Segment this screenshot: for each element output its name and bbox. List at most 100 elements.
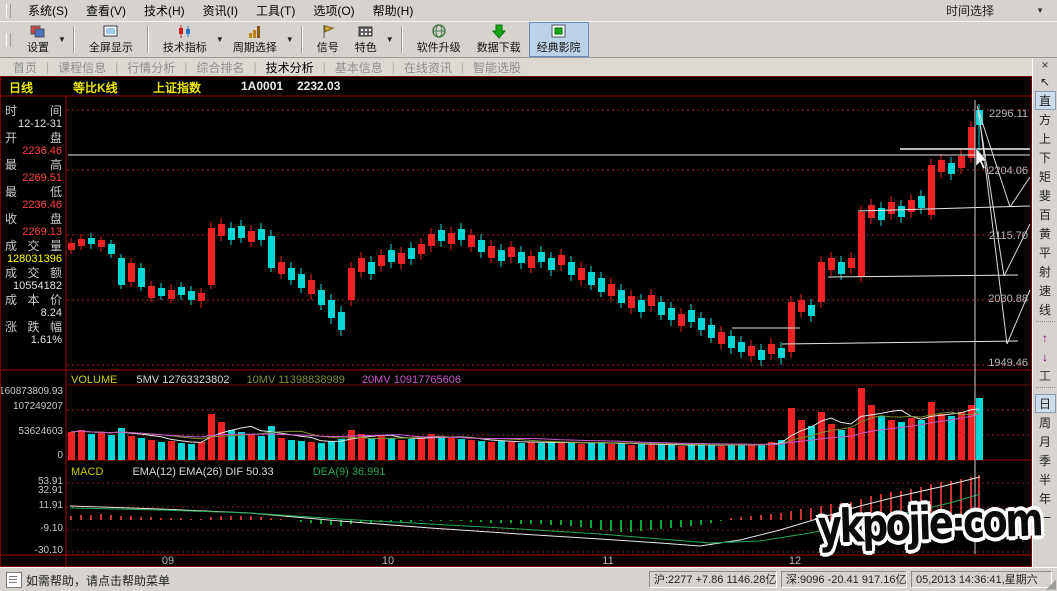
svg-text:0: 0 bbox=[57, 450, 63, 461]
tool-misc[interactable]: 工 bbox=[1035, 366, 1056, 385]
menu-item-0[interactable]: 系统(S) bbox=[19, 0, 77, 21]
volume-caption: VOLUME bbox=[71, 374, 117, 386]
volume-ma5: 5MV 12763323802 bbox=[137, 374, 230, 386]
period-icon bbox=[247, 24, 263, 39]
tab-智能选股[interactable]: 智能选股 bbox=[464, 59, 530, 76]
tab-在线资讯[interactable]: 在线资讯 bbox=[395, 59, 461, 76]
menu-items: 系统(S)查看(V)技术(H)资讯(I)工具(T)选项(O)帮助(H) bbox=[19, 0, 422, 21]
tool-ray[interactable]: 射 bbox=[1035, 262, 1056, 281]
toolbar-button-label: 技术指标 bbox=[163, 39, 207, 55]
svg-text:1949.46: 1949.46 bbox=[988, 357, 1028, 369]
toolbar-button-技术指标[interactable]: 技术指标 bbox=[155, 22, 215, 57]
pointer-tool[interactable]: ↖ bbox=[1035, 72, 1056, 91]
tab-课程信息[interactable]: 课程信息 bbox=[49, 59, 115, 76]
drawing-toolbar: ×↖直方上下矩斐百黄平射速线↑↓工日周月季半年一 bbox=[1032, 58, 1057, 567]
macd-caption: MACD bbox=[71, 466, 103, 478]
dropdown-arrow-icon[interactable]: ▼ bbox=[58, 35, 66, 44]
status-bar: 如需帮助，请点击帮助菜单 沪:2277 +7.86 1146.28亿 深:909… bbox=[0, 567, 1057, 591]
chart-region: 日线 等比K线 上证指数 1A0001 2232.03 时间12-12-31开盘… bbox=[0, 76, 1032, 567]
up-arrow-tool[interactable]: ↑ bbox=[1035, 328, 1056, 347]
toolbar-separator bbox=[73, 26, 75, 53]
toolbar-separator bbox=[147, 26, 149, 53]
toolbar-button-label: 信号 bbox=[317, 39, 339, 55]
period-week[interactable]: 周 bbox=[1035, 413, 1056, 432]
main-toolbar: 设置▼全屏显示技术指标▼周期选择▼信号特色▼软件升级数据下载经典影院 bbox=[0, 22, 1057, 58]
volume-ma20: 20MV 10917765606 bbox=[362, 374, 461, 386]
tool-parallel-line[interactable]: 平 bbox=[1035, 243, 1056, 262]
upgrade-icon bbox=[431, 24, 447, 39]
menu-item-4[interactable]: 工具(T) bbox=[247, 0, 304, 21]
tab-基本信息[interactable]: 基本信息 bbox=[326, 59, 392, 76]
tab-技术分析[interactable]: 技术分析 bbox=[257, 59, 323, 76]
close-icon[interactable]: × bbox=[1035, 58, 1056, 72]
menu-item-3[interactable]: 资讯(I) bbox=[194, 0, 247, 21]
signal-icon bbox=[320, 24, 336, 39]
tool-fibonacci[interactable]: 斐 bbox=[1035, 186, 1056, 205]
toolbar-grip[interactable] bbox=[6, 4, 11, 18]
dropdown-arrow-icon[interactable]: ▼ bbox=[386, 35, 394, 44]
menu-item-1[interactable]: 查看(V) bbox=[77, 0, 135, 21]
toolbar-button-label: 全屏显示 bbox=[89, 39, 133, 55]
fullscreen-icon bbox=[103, 24, 119, 39]
toolbar-divider bbox=[1036, 387, 1055, 392]
toolbar-button-特色[interactable]: 特色 bbox=[347, 22, 385, 57]
toolbar-button-软件升级[interactable]: 软件升级 bbox=[409, 22, 469, 57]
svg-text:160873809.93: 160873809.93 bbox=[1, 386, 63, 397]
toolbar-grip-2[interactable] bbox=[6, 33, 11, 47]
svg-text:10: 10 bbox=[382, 555, 394, 566]
tab-bar: 首页|课程信息|行情分析|综合排名|技术分析|基本信息|在线资讯|智能选股 bbox=[0, 58, 1032, 76]
tool-speed-line[interactable]: 速 bbox=[1035, 281, 1056, 300]
menu-bar: 系统(S)查看(V)技术(H)资讯(I)工具(T)选项(O)帮助(H) 时间选择… bbox=[0, 0, 1057, 22]
cinema-icon bbox=[551, 24, 567, 39]
toolbar-button-label: 软件升级 bbox=[417, 39, 461, 55]
svg-text:107249207: 107249207 bbox=[13, 401, 63, 412]
dropdown-arrow-icon[interactable]: ▼ bbox=[286, 35, 294, 44]
tab-行情分析[interactable]: 行情分析 bbox=[118, 59, 184, 76]
time-select-dropdown[interactable]: 时间选择 ▼ bbox=[899, 2, 1049, 19]
toolbar-buttons: 设置▼全屏显示技术指标▼周期选择▼信号特色▼软件升级数据下载经典影院 bbox=[19, 22, 589, 57]
toolbar-divider bbox=[1036, 321, 1055, 326]
chart-canvas[interactable]: 2296.112204.062115.702030.881949.4616087… bbox=[1, 77, 1031, 566]
tool-straight-line[interactable]: 直 bbox=[1035, 91, 1056, 110]
tab-首页[interactable]: 首页 bbox=[4, 59, 46, 76]
svg-text:11: 11 bbox=[602, 555, 613, 566]
toolbar-button-周期选择[interactable]: 周期选择 bbox=[225, 22, 285, 57]
macd-params: EMA(12) EMA(26) DIF 50.33 bbox=[132, 466, 273, 478]
period-half-year[interactable]: 半 bbox=[1035, 470, 1056, 489]
toolbar-button-label: 经典影院 bbox=[537, 39, 581, 55]
menu-item-2[interactable]: 技术(H) bbox=[135, 0, 194, 21]
svg-text:53624603: 53624603 bbox=[19, 426, 64, 437]
tool-up-channel[interactable]: 上 bbox=[1035, 129, 1056, 148]
tool-rectangle[interactable]: 矩 bbox=[1035, 167, 1056, 186]
volume-ma10: 10MV 11398838989 bbox=[247, 374, 345, 386]
tool-trend-line[interactable]: 线 bbox=[1035, 300, 1056, 319]
svg-text:2204.06: 2204.06 bbox=[988, 165, 1028, 177]
toolbar-button-经典影院[interactable]: 经典影院 bbox=[529, 22, 589, 57]
toolbar-button-label: 设置 bbox=[27, 39, 49, 55]
feature-icon bbox=[358, 24, 374, 39]
volume-caption-row: VOLUME 5MV 12763323802 10MV 11398838989 … bbox=[71, 374, 461, 386]
tool-golden-section[interactable]: 黄 bbox=[1035, 224, 1056, 243]
svg-text:2296.11: 2296.11 bbox=[989, 108, 1028, 120]
tool-percent[interactable]: 百 bbox=[1035, 205, 1056, 224]
toolbar-button-全屏显示[interactable]: 全屏显示 bbox=[81, 22, 141, 57]
menu-item-5[interactable]: 选项(O) bbox=[304, 0, 363, 21]
resize-grip[interactable]: ◢ bbox=[1046, 577, 1056, 590]
toolbar-button-数据下载[interactable]: 数据下载 bbox=[469, 22, 529, 57]
tool-down-channel[interactable]: 下 bbox=[1035, 148, 1056, 167]
period-month[interactable]: 月 bbox=[1035, 432, 1056, 451]
toolbar-button-设置[interactable]: 设置 bbox=[19, 22, 57, 57]
down-arrow-tool[interactable]: ↓ bbox=[1035, 347, 1056, 366]
macd-caption-row: MACD EMA(12) EMA(26) DIF 50.33 DEA(9) 36… bbox=[71, 466, 386, 478]
tab-综合排名[interactable]: 综合排名 bbox=[187, 59, 253, 76]
dropdown-arrow-icon[interactable]: ▼ bbox=[216, 35, 224, 44]
menu-item-6[interactable]: 帮助(H) bbox=[364, 0, 423, 21]
period-quarter[interactable]: 季 bbox=[1035, 451, 1056, 470]
tool-box[interactable]: 方 bbox=[1035, 110, 1056, 129]
watermark: ykpojie·com bbox=[817, 492, 1042, 554]
period-day[interactable]: 日 bbox=[1035, 394, 1056, 413]
toolbar-button-信号[interactable]: 信号 bbox=[309, 22, 347, 57]
svg-text:32.91: 32.91 bbox=[38, 485, 63, 496]
time-select-label: 时间选择 bbox=[904, 2, 1036, 19]
toolbar-button-label: 数据下载 bbox=[477, 39, 521, 55]
